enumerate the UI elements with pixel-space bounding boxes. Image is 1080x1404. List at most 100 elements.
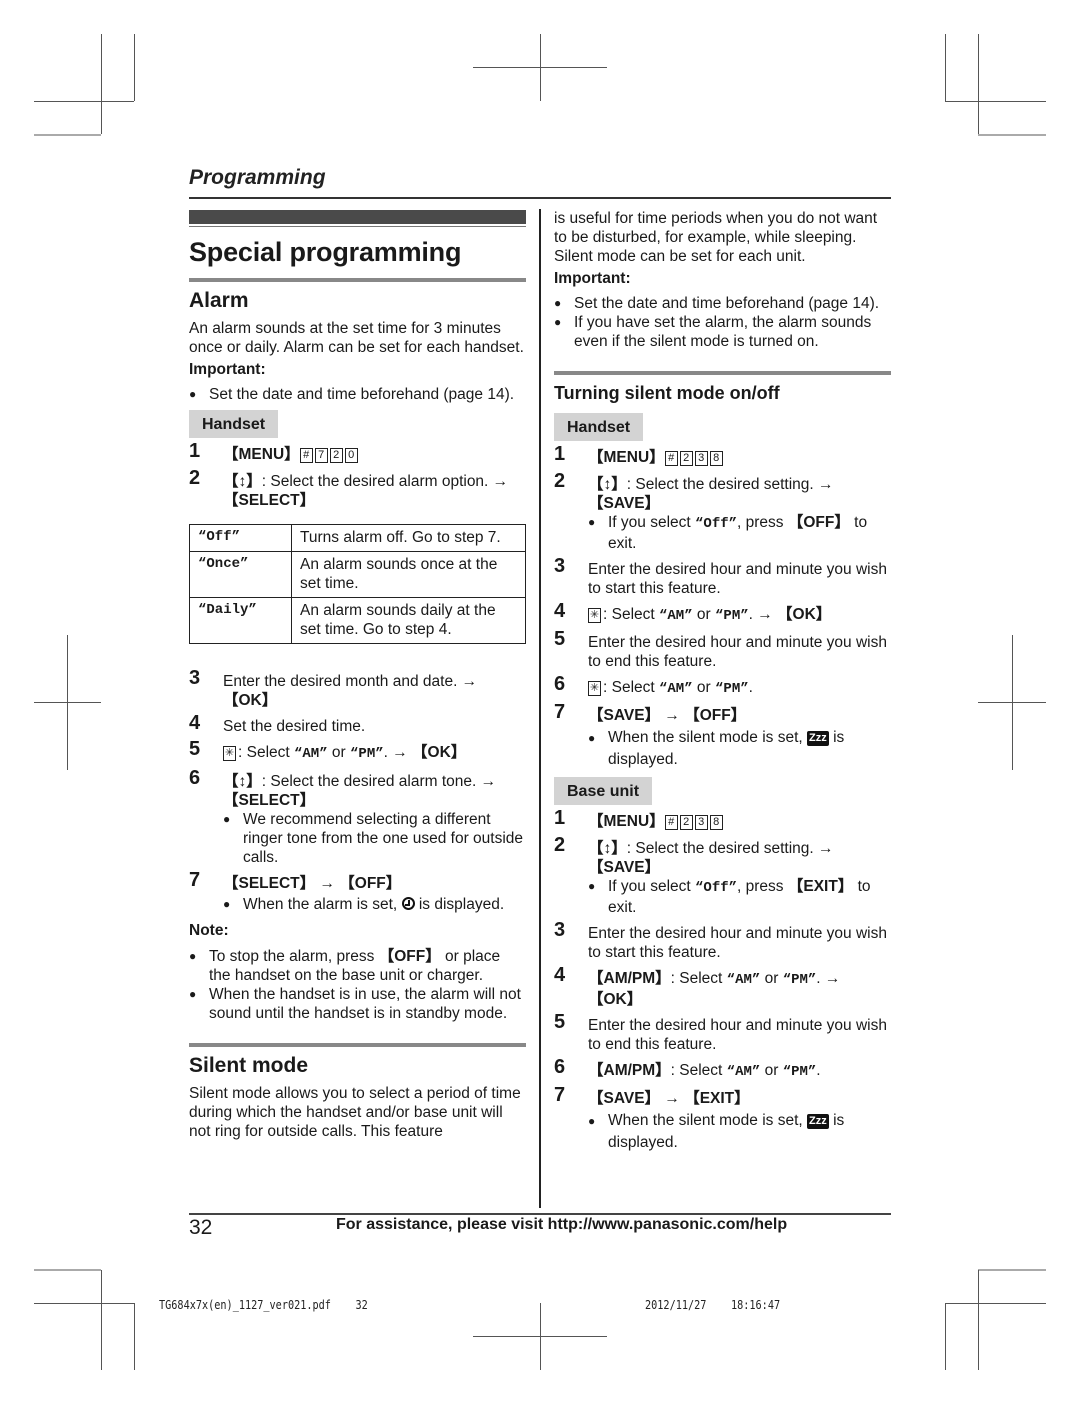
- alarm-heading: Alarm: [189, 289, 249, 312]
- base-step-4: 4 【AM/PM】: Select “AM” or “PM”. → 【OK】: [554, 964, 891, 1009]
- important-label: Important:: [554, 270, 631, 287]
- alarm-step-4: 4 Set the desired time.: [189, 712, 526, 736]
- step-number: 1: [189, 440, 201, 462]
- star-key-icon: ✳: [223, 746, 236, 761]
- silent-mode-intro-continued: is useful for time periods when you do n…: [554, 210, 878, 265]
- option-name: “Once”: [189, 551, 292, 598]
- step-text: : Select the desired alarm option. →: [261, 473, 509, 490]
- step-number: 5: [554, 628, 566, 650]
- base-step-3: 3 Enter the desired hour and minute you …: [554, 920, 891, 962]
- left-column: Special programming Alarm An alarm sound…: [189, 209, 526, 1141]
- base-step-2: 2 【↕】: Select the desired setting. → 【SA…: [554, 834, 891, 917]
- navigator-key-icon: 【↕】: [223, 773, 262, 790]
- step-number: 1: [554, 443, 566, 465]
- crop-mark: [978, 1269, 1046, 1271]
- note-item: To stop the alarm, press 【OFF】 or place …: [189, 947, 526, 985]
- step-number: 2: [554, 470, 566, 492]
- title-bar-underline: [189, 226, 526, 227]
- save-key: 【SAVE】: [588, 495, 661, 512]
- pm-value: “PM”: [782, 972, 817, 988]
- step-number: 5: [189, 738, 201, 760]
- crop-mark: [978, 34, 979, 134]
- hash-key-icon: #: [299, 448, 313, 463]
- digit-key-icon: 7: [314, 448, 328, 463]
- am-value: “AM”: [726, 972, 761, 988]
- section-rule: [554, 371, 891, 375]
- assistance-link[interactable]: For assistance, please visit http://www.…: [336, 1216, 787, 1234]
- turning-silent-mode-heading: Turning silent mode on/off: [554, 383, 780, 403]
- important-item: Set the date and time beforehand (page 1…: [554, 294, 891, 313]
- step-text: : Select the desired alarm tone. →: [261, 773, 497, 790]
- am-value: “AM”: [659, 608, 693, 624]
- off-value: “Off”: [695, 516, 738, 532]
- step-number: 1: [554, 807, 566, 829]
- crop-mark: [945, 1303, 1046, 1304]
- running-title: Programming: [189, 166, 326, 189]
- pm-value: “PM”: [350, 746, 384, 762]
- table-row: “Daily” An alarm sounds daily at the set…: [189, 597, 526, 644]
- star-key-icon: ✳: [588, 608, 601, 623]
- save-key: 【SAVE】: [588, 707, 661, 724]
- step-text: Set the desired time.: [223, 718, 366, 735]
- step-text: When the silent mode is set,: [608, 729, 803, 746]
- section-rule: [189, 278, 526, 282]
- select-key: 【SELECT】: [223, 492, 316, 509]
- note-label: Note:: [189, 922, 229, 939]
- silent-mode-heading: Silent mode: [189, 1054, 309, 1077]
- handset-step-6: 6 ✳: Select “AM” or “PM”.: [554, 673, 891, 699]
- navigator-key-icon: 【↕】: [588, 476, 627, 493]
- step-number: 2: [554, 834, 566, 856]
- step-text: . →: [816, 970, 841, 987]
- crop-mark: [978, 134, 1046, 136]
- alarm-step-7: 7 【SELECT】 → 【OFF】 When the alarm is set…: [189, 870, 526, 914]
- off-key: 【OFF】: [787, 514, 850, 531]
- step-note: If you select “Off”, press 【OFF】 to exit…: [588, 513, 891, 553]
- option-description: Turns alarm off. Go to step 7.: [291, 524, 526, 552]
- step-number: 4: [189, 712, 201, 734]
- step-number: 4: [554, 600, 566, 622]
- print-slug-date: 2012/11/27 18:16:47: [645, 1298, 780, 1312]
- section-rule: [189, 1043, 526, 1047]
- important-item: Set the date and time beforehand (page 1…: [189, 385, 526, 404]
- silent-mode-zzz-icon: Zzz: [807, 1114, 829, 1129]
- select-key: 【SELECT】: [223, 792, 316, 809]
- handset-step-5: 5 Enter the desired hour and minute you …: [554, 628, 891, 671]
- table-row: “Off” Turns alarm off. Go to step 7.: [189, 524, 526, 552]
- step-text: or: [692, 679, 716, 696]
- step-note: If you select “Off”, press 【EXIT】 to exi…: [588, 877, 891, 917]
- ok-key: 【OK】: [223, 692, 278, 709]
- step-text: . →: [383, 744, 413, 761]
- handset-step-7: 7 【SAVE】 → 【OFF】 When the silent mode is…: [554, 702, 891, 771]
- menu-key: 【MENU】: [588, 813, 665, 830]
- step-text: : Select: [238, 744, 294, 761]
- step-text: .: [816, 1062, 821, 1079]
- silent-mode-zzz-icon: Zzz: [807, 731, 829, 746]
- pm-value: “PM”: [715, 681, 749, 697]
- step-text: : Select: [670, 970, 727, 987]
- menu-key: 【MENU】: [223, 446, 300, 463]
- crop-mark: [945, 1303, 946, 1370]
- digit-key-icon: 2: [329, 448, 343, 463]
- crop-mark: [945, 101, 1046, 102]
- crop-mark: [134, 34, 135, 101]
- save-key: 【SAVE】: [588, 859, 661, 876]
- handset-tag: Handset: [554, 413, 644, 441]
- alarm-intro: An alarm sounds at the set time for 3 mi…: [189, 320, 524, 356]
- important-label: Important:: [189, 361, 266, 378]
- step-text: When the alarm is set,: [243, 896, 398, 913]
- digit-key-icon: 3: [694, 451, 708, 466]
- off-key: 【OFF】: [684, 707, 747, 724]
- step-number: 6: [554, 673, 566, 695]
- step-number: 4: [554, 964, 566, 986]
- option-description: An alarm sounds daily at the set time. G…: [291, 597, 526, 644]
- exit-key: 【EXIT】: [684, 1090, 750, 1107]
- ok-key: 【OK】: [777, 606, 832, 623]
- step-text: : Select: [670, 1062, 727, 1079]
- crop-mark: [34, 101, 134, 102]
- step-text: : Select: [603, 679, 659, 696]
- step-text: or: [760, 1062, 783, 1079]
- base-step-5: 5 Enter the desired hour and minute you …: [554, 1012, 891, 1054]
- base-unit-tag: Base unit: [554, 777, 653, 805]
- menu-key: 【MENU】: [588, 449, 665, 466]
- arrow: →: [315, 875, 340, 892]
